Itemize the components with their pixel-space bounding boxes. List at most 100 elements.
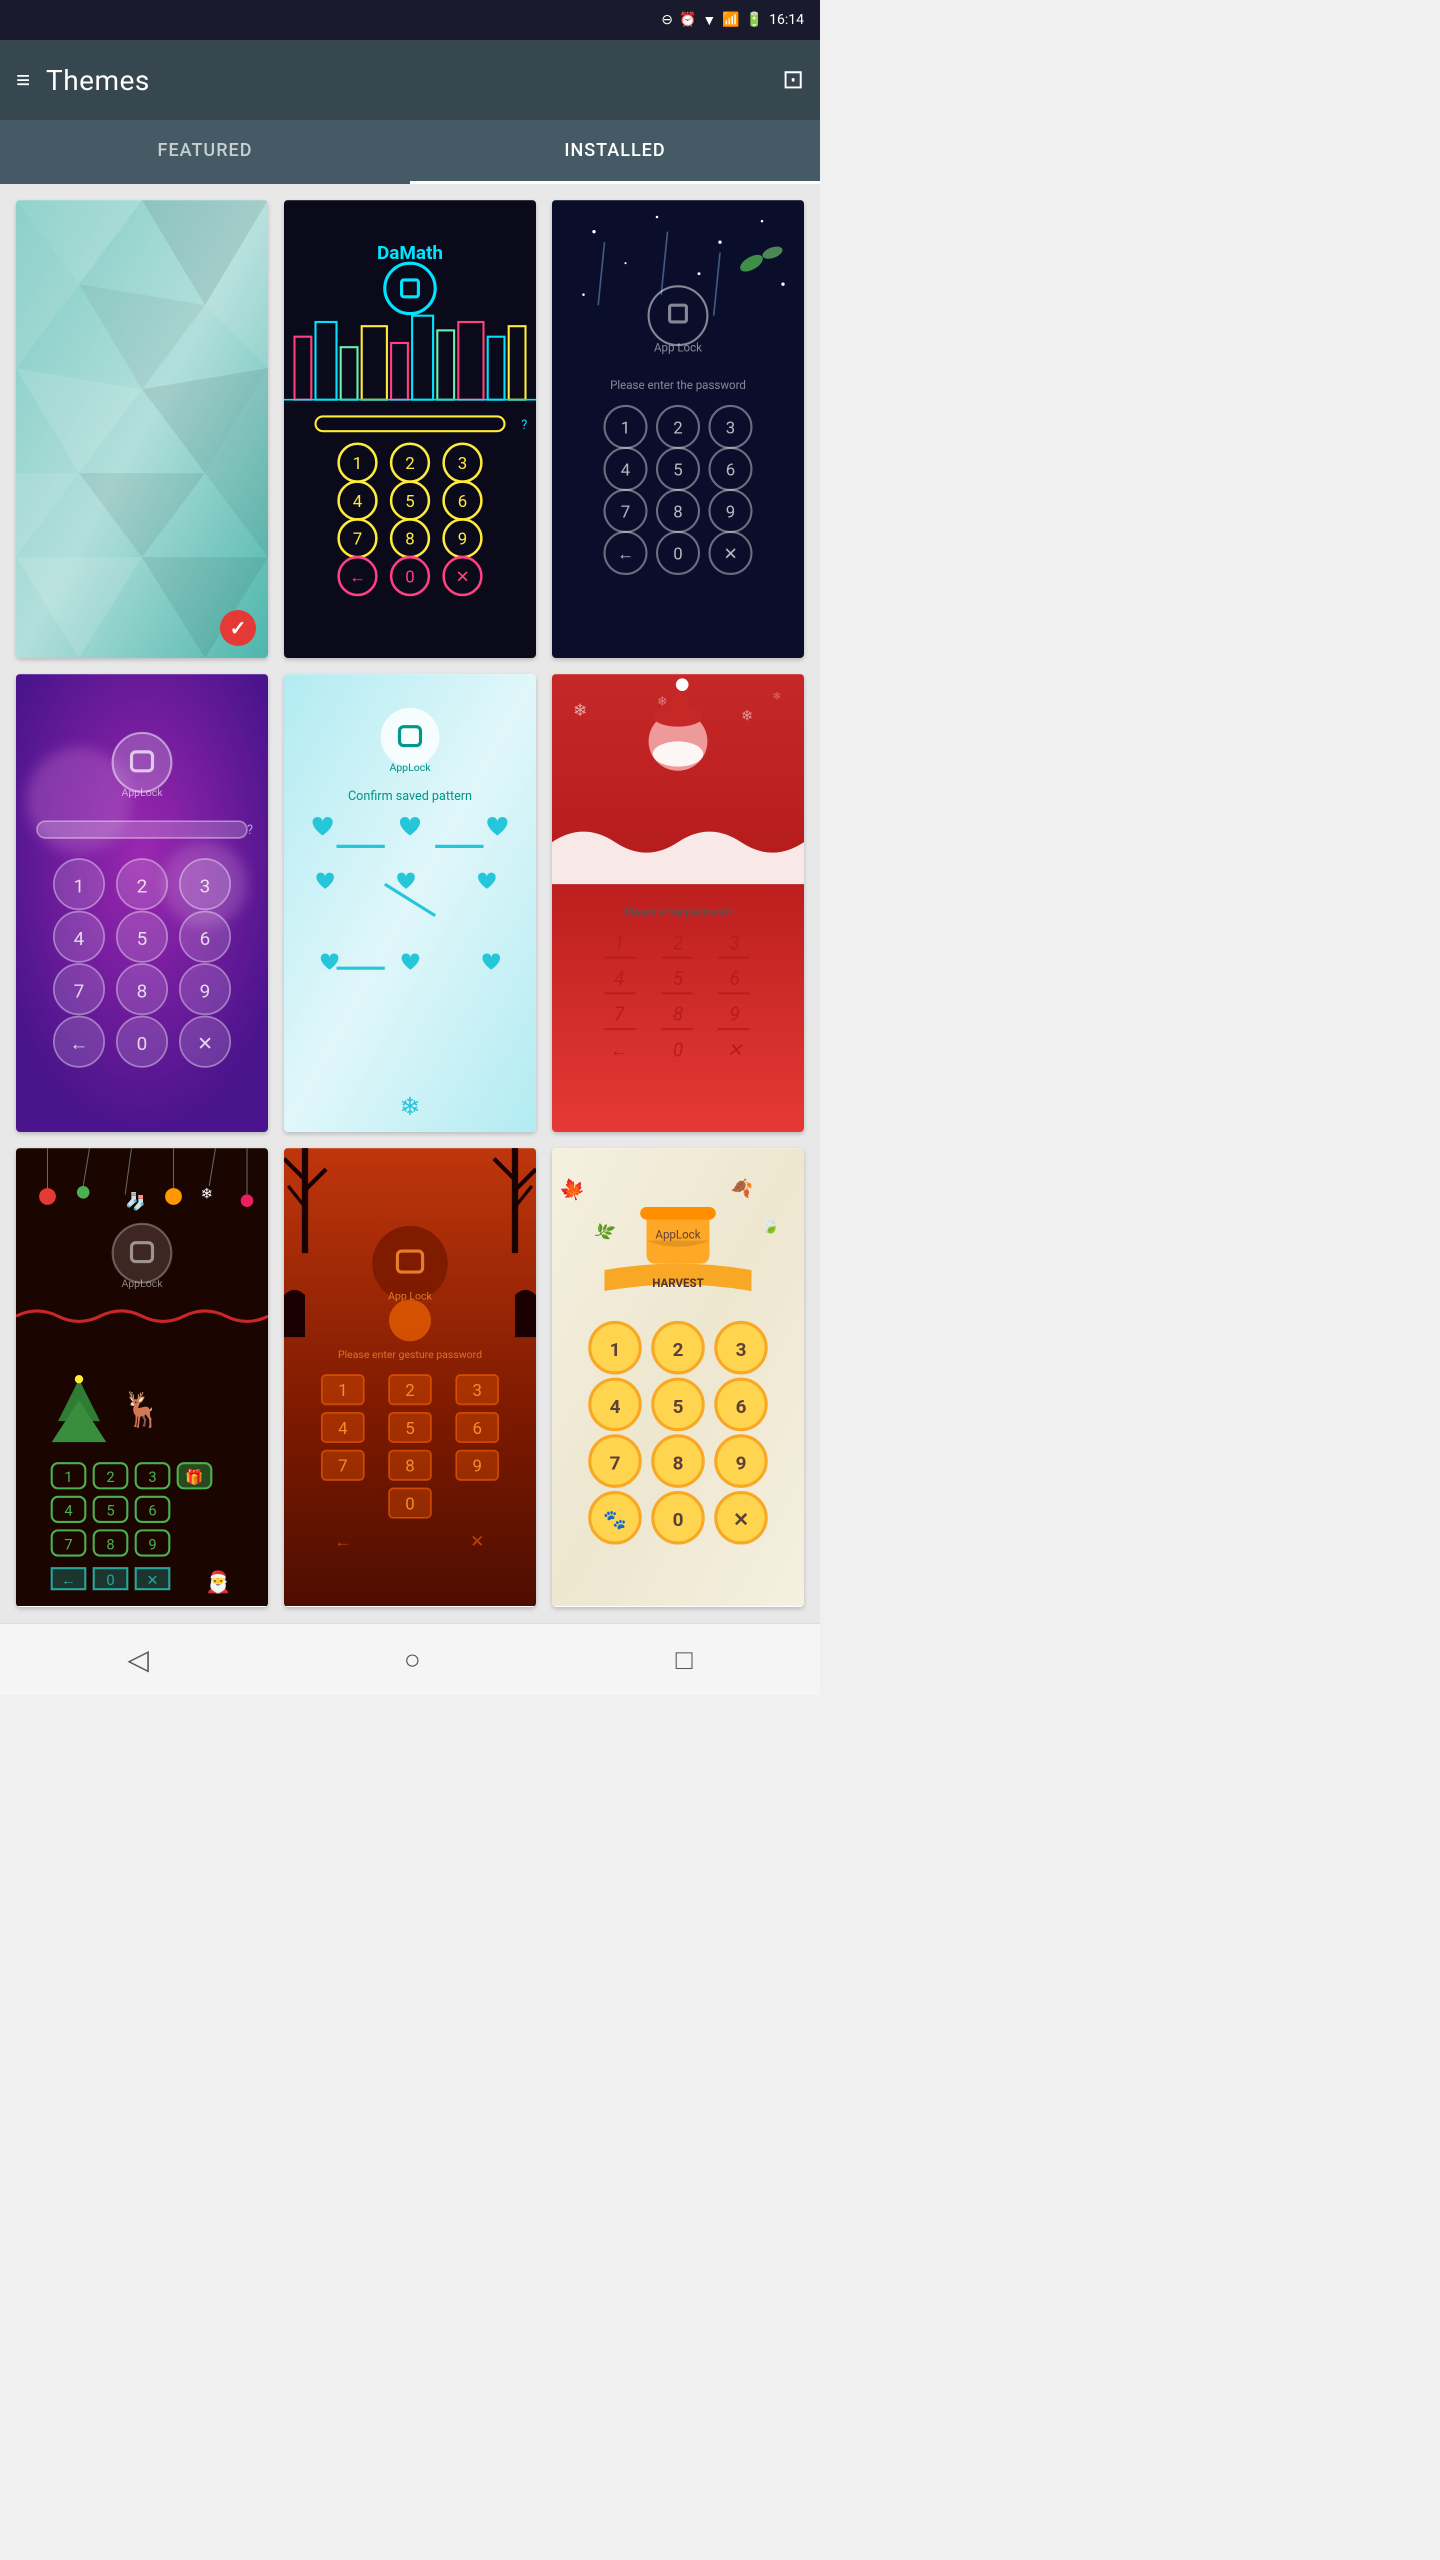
svg-text:❄: ❄ [741,707,753,725]
svg-text:3: 3 [472,1381,481,1401]
svg-text:8: 8 [673,1452,684,1475]
svg-text:App Lock: App Lock [654,340,702,354]
svg-text:0: 0 [673,1039,683,1062]
svg-text:2: 2 [673,1338,684,1361]
svg-text:8: 8 [405,1457,414,1477]
menu-button[interactable]: ≡ [16,66,30,95]
svg-text:0: 0 [106,1571,114,1589]
svg-text:Please enter password: Please enter password [625,906,731,919]
svg-text:7: 7 [74,980,85,1003]
svg-text:1: 1 [610,1338,621,1361]
svg-text:5: 5 [673,967,684,990]
time-display: 16:14 [769,12,804,28]
svg-text:6: 6 [200,927,211,950]
svg-text:5: 5 [106,1502,114,1520]
svg-text:❄: ❄ [773,690,782,703]
svg-text:←: ← [349,567,366,587]
svg-text:2: 2 [137,875,148,898]
theme-card-teal-polygon[interactable] [16,200,268,658]
svg-text:✕: ✕ [733,1509,749,1532]
svg-text:7: 7 [614,1003,625,1026]
battery-icon: 🔋 [746,12,763,28]
svg-text:3: 3 [736,1338,747,1361]
theme-card-space-dark[interactable]: App Lock Please enter the password 1 [552,200,804,658]
svg-text:6: 6 [472,1419,481,1439]
svg-text:6: 6 [148,1502,156,1520]
svg-text:Please enter the password: Please enter the password [610,378,746,392]
svg-text:7: 7 [338,1457,347,1477]
theme-grid: DaMath ? [0,184,820,1623]
status-icons: ⊖ ⏰ ▼ 📶 🔋 16:14 [661,12,804,29]
svg-text:7: 7 [621,502,630,522]
svg-text:2: 2 [106,1468,114,1486]
svg-text:❄: ❄ [201,1185,213,1203]
tab-featured[interactable]: FEATURED [0,120,410,184]
svg-text:✕: ✕ [197,1032,213,1055]
svg-text:HARVEST: HARVEST [652,1276,704,1290]
status-bar: ⊖ ⏰ ▼ 📶 🔋 16:14 [0,0,820,40]
svg-text:6: 6 [730,967,740,990]
svg-text:4: 4 [64,1502,72,1520]
svg-text:1: 1 [353,454,362,474]
svg-text:✕: ✕ [470,1533,484,1553]
svg-text:←: ← [70,1032,89,1055]
clock-icon: ⏰ [679,12,696,28]
svg-text:9: 9 [730,1003,740,1026]
svg-text:DaMath: DaMath [377,241,443,264]
svg-text:5: 5 [673,1395,684,1418]
svg-text:✕: ✕ [146,1571,158,1589]
svg-text:4: 4 [610,1395,621,1418]
svg-text:❄: ❄ [399,1093,420,1122]
svg-text:0: 0 [673,544,682,564]
svg-text:1: 1 [74,875,85,898]
svg-text:3: 3 [730,931,740,954]
svg-text:0: 0 [405,1495,414,1515]
svg-text:6: 6 [736,1395,747,1418]
svg-text:0: 0 [137,1032,148,1055]
svg-text:7: 7 [64,1536,72,1554]
theme-card-purple-blur[interactable]: AppLock ? 1 2 3 [16,674,268,1132]
tab-installed[interactable]: INSTALLED [410,120,820,184]
selected-checkmark [220,610,256,646]
app-bar-left: ≡ Themes [16,64,150,97]
svg-text:9: 9 [736,1452,747,1475]
minus-icon: ⊖ [661,12,673,28]
svg-text:5: 5 [673,460,682,480]
theme-card-halloween[interactable]: App Lock Please enter gesture password [284,1148,536,1606]
svg-text:5: 5 [137,927,148,950]
theme-card-neon-dark[interactable]: DaMath ? [284,200,536,658]
svg-text:1: 1 [621,418,630,438]
page-title: Themes [46,64,150,97]
home-button[interactable]: ○ [404,1643,421,1676]
svg-text:2: 2 [673,931,683,954]
theme-card-christmas-red[interactable]: ❄ ❄ ❄ ❄ Please enter password [552,674,804,1132]
svg-text:🐾: 🐾 [603,1509,627,1532]
svg-text:7: 7 [610,1452,621,1475]
svg-text:5: 5 [405,1419,414,1439]
svg-text:✕: ✕ [455,567,469,587]
theme-card-autumn[interactable]: 🍁 🍂 🍃 🌿 AppLock HARVEST [552,1148,804,1606]
svg-text:🍃: 🍃 [760,1216,781,1237]
svg-text:🎁: 🎁 [185,1468,203,1486]
svg-text:1: 1 [338,1381,347,1401]
back-button[interactable]: ◁ [127,1643,149,1676]
svg-text:🦌: 🦌 [121,1391,163,1431]
svg-text:2: 2 [405,1381,414,1401]
crop-button[interactable]: ⊡ [782,65,804,95]
theme-card-teal-hearts[interactable]: AppLock Confirm saved pattern [284,674,536,1132]
recent-button[interactable]: □ [676,1643,693,1676]
svg-text:AppLock: AppLock [121,786,163,799]
svg-text:←: ← [61,1571,76,1589]
svg-text:3: 3 [726,418,735,438]
tabs-container: FEATURED INSTALLED [0,120,820,184]
svg-text:4: 4 [338,1419,348,1439]
svg-text:AppLock: AppLock [655,1228,700,1242]
svg-text:4: 4 [74,927,85,950]
svg-text:8: 8 [137,980,148,1003]
svg-text:Please enter gesture password: Please enter gesture password [338,1349,482,1362]
svg-text:✕: ✕ [723,544,737,564]
svg-text:8: 8 [405,530,414,550]
svg-text:✕: ✕ [727,1039,744,1062]
theme-card-xmas-dark[interactable]: 🧦 ❄ AppLock 🦌 [16,1148,268,1606]
svg-text:AppLock: AppLock [121,1277,163,1290]
